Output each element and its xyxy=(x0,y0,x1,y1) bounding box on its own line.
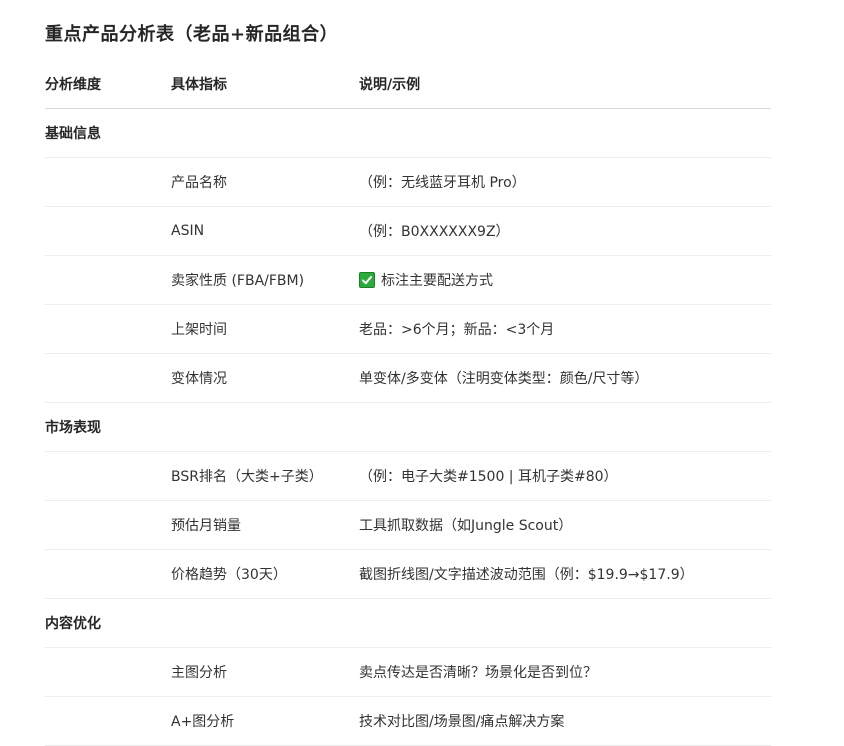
description-cell: 标注主要配送方式 xyxy=(359,255,771,305)
metric-cell: 预估月销量 xyxy=(171,500,359,550)
description-cell: 工具抓取数据（如Jungle Scout） xyxy=(359,500,771,550)
table-header-row: 分析维度 具体指标 说明/示例 xyxy=(45,60,771,109)
table-row: 变体情况 单变体/多变体（注明变体类型：颜色/尺寸等） xyxy=(45,353,771,403)
metric-cell: 产品名称 xyxy=(171,157,359,207)
section-row-content-optimization: 内容优化 xyxy=(45,598,771,648)
description-cell: 老品：>6个月；新品：<3个月 xyxy=(359,304,771,354)
header-dimension: 分析维度 xyxy=(45,60,171,109)
table-row: 产品名称 （例：无线蓝牙耳机 Pro） xyxy=(45,157,771,207)
section-label: 内容优化 xyxy=(45,598,171,648)
description-cell: 截图折线图/文字描述波动范围（例：$19.9→$17.9） xyxy=(359,549,771,599)
table-row: BSR排名（大类+子类） （例：电子大类#1500 | 耳机子类#80） xyxy=(45,451,771,501)
description-cell: 卖点传达是否清晰？场景化是否到位？ xyxy=(359,647,771,697)
header-metric: 具体指标 xyxy=(171,60,359,109)
table-row: A+图分析 技术对比图/场景图/痛点解决方案 xyxy=(45,696,771,746)
description-cell: 单变体/多变体（注明变体类型：颜色/尺寸等） xyxy=(359,353,771,403)
table-row: 价格趋势（30天） 截图折线图/文字描述波动范围（例：$19.9→$17.9） xyxy=(45,549,771,599)
page-title: 重点产品分析表（老品+新品组合） xyxy=(45,24,339,45)
table-row: 主图分析 卖点传达是否清晰？场景化是否到位？ xyxy=(45,647,771,697)
check-mark-icon xyxy=(359,272,375,288)
description-cell: （例：电子大类#1500 | 耳机子类#80） xyxy=(359,451,771,501)
table-row: 预估月销量 工具抓取数据（如Jungle Scout） xyxy=(45,500,771,550)
description-cell: （例：B0XXXXXX9Z） xyxy=(359,206,771,256)
section-row-market-performance: 市场表现 xyxy=(45,402,771,452)
metric-cell: ASIN xyxy=(171,206,359,256)
table-row: 卖家性质 (FBA/FBM) 标注主要配送方式 xyxy=(45,255,771,305)
table-row: ASIN （例：B0XXXXXX9Z） xyxy=(45,206,771,256)
section-row-basic-info: 基础信息 xyxy=(45,108,771,158)
description-text: 标注主要配送方式 xyxy=(381,273,493,289)
description-cell: （例：无线蓝牙耳机 Pro） xyxy=(359,157,771,207)
metric-cell: 上架时间 xyxy=(171,304,359,354)
analysis-table: 分析维度 具体指标 说明/示例 基础信息 产品名称 （例：无线蓝牙耳机 Pro）… xyxy=(45,60,771,746)
metric-cell: 主图分析 xyxy=(171,647,359,697)
section-label: 基础信息 xyxy=(45,108,171,158)
metric-cell: 价格趋势（30天） xyxy=(171,549,359,599)
section-label: 市场表现 xyxy=(45,402,171,452)
metric-cell: 卖家性质 (FBA/FBM) xyxy=(171,255,359,305)
metric-cell: 变体情况 xyxy=(171,353,359,403)
metric-cell: BSR排名（大类+子类） xyxy=(171,451,359,501)
metric-cell: A+图分析 xyxy=(171,696,359,746)
description-cell: 技术对比图/场景图/痛点解决方案 xyxy=(359,696,771,746)
table-row: 上架时间 老品：>6个月；新品：<3个月 xyxy=(45,304,771,354)
header-description: 说明/示例 xyxy=(359,60,771,109)
